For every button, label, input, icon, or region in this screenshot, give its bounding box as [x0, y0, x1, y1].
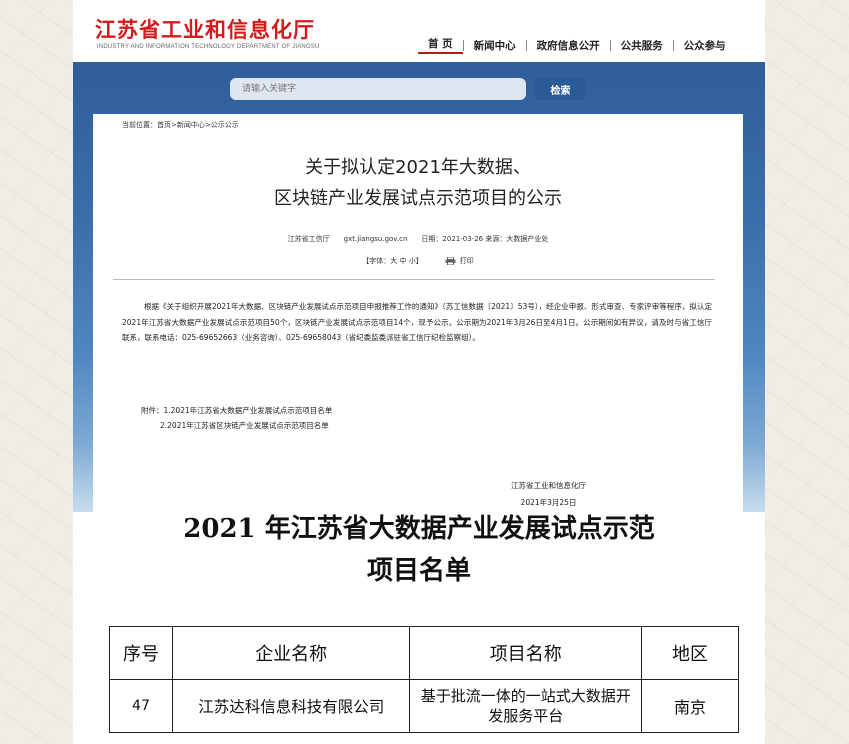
site-header: 江苏省工业和信息化厅 INDUSTRY AND INFORMATION TECH… — [73, 0, 765, 62]
printer-icon — [445, 257, 456, 265]
site-logo-en: INDUSTRY AND INFORMATION TECHNOLOGY DEPA… — [97, 44, 320, 50]
font-size-switch[interactable]: 【字体：大 中 小】 — [362, 256, 422, 266]
search-input[interactable] — [230, 78, 526, 100]
article-title-line1: 关于拟认定2021年大数据、 — [305, 157, 531, 178]
signer: 江苏省工业和信息化厅 — [511, 481, 586, 490]
attachments: 附件：1.2021年江苏省大数据产业发展试点示范项目名单 2.2021年江苏省区… — [141, 403, 332, 433]
print-label: 打印 — [459, 257, 474, 265]
row-seq: 47 — [109, 679, 173, 733]
article-title: 关于拟认定2021年大数据、 区块链产业发展试点示范项目的公示 — [93, 152, 743, 214]
signature-block: 江苏省工业和信息化厅 2021年3月25日 — [511, 477, 586, 511]
article-tools: 【字体：大 中 小】 打印 — [93, 256, 743, 266]
attachment-link[interactable]: 附件：1.2021年江苏省大数据产业发展试点示范项目名单 — [141, 403, 332, 418]
search-button[interactable]: 检索 — [535, 78, 586, 100]
nav-home[interactable]: 首 页 — [418, 36, 463, 54]
list-title-line2: 项目名单 — [366, 556, 471, 586]
row-project: 基于批流一体的一站式大数据开发服务平台 — [409, 679, 643, 733]
breadcrumb: 当前位置：首页>新闻中心>公示公示 — [122, 121, 239, 129]
attachment-link[interactable]: 2.2021年江苏省区块链产业发展试点示范项目名单 — [141, 418, 332, 433]
article-meta: 江苏省工信厅 gxt.jiangsu.gov.cn 日期：2021-03-26 … — [287, 235, 549, 243]
article-body: 根据《关于组织开展2021年大数据、区块链产业发展试点示范项目申报推荐工作的通知… — [122, 302, 712, 342]
nav-participation[interactable]: 公众参与 — [674, 38, 736, 53]
article-card: 当前位置：首页>新闻中心>公示公示 关于拟认定2021年大数据、 区块链产业发展… — [93, 114, 743, 512]
project-table: 序号 企业名称 项目名称 地区 47 江苏达科信息科技有限公司 基于批流一体的一… — [109, 626, 739, 733]
nav-news[interactable]: 新闻中心 — [464, 38, 526, 53]
list-title: 2021 年江苏省大数据产业发展试点示范 项目名单 — [73, 508, 765, 592]
header-project: 项目名称 — [409, 626, 643, 680]
nav-public-service[interactable]: 公共服务 — [611, 38, 673, 53]
list-title-line1: 2021 年江苏省大数据产业发展试点示范 — [183, 514, 655, 544]
print-button[interactable]: 打印 — [445, 256, 474, 266]
row-region: 南京 — [641, 679, 739, 733]
nav-gov-info[interactable]: 政府信息公开 — [527, 38, 610, 53]
header-region: 地区 — [641, 626, 739, 680]
row-company: 江苏达科信息科技有限公司 — [171, 679, 411, 733]
table-header-row: 序号 企业名称 项目名称 地区 — [109, 626, 739, 680]
article-divider — [113, 279, 715, 280]
header-company: 企业名称 — [171, 626, 411, 680]
blue-banner: 检索 当前位置：首页>新闻中心>公示公示 关于拟认定2021年大数据、 区块链产… — [73, 62, 765, 512]
site-logo-cn[interactable]: 江苏省工业和信息化厅 — [95, 14, 315, 44]
table-row: 47 江苏达科信息科技有限公司 基于批流一体的一站式大数据开发服务平台 南京 — [109, 679, 739, 733]
main-nav: 首 页 新闻中心 政府信息公开 公共服务 公众参与 — [418, 36, 736, 54]
header-seq: 序号 — [109, 626, 173, 680]
page: 江苏省工业和信息化厅 INDUSTRY AND INFORMATION TECH… — [73, 0, 765, 744]
article-title-line2: 区块链产业发展试点示范项目的公示 — [274, 188, 562, 209]
